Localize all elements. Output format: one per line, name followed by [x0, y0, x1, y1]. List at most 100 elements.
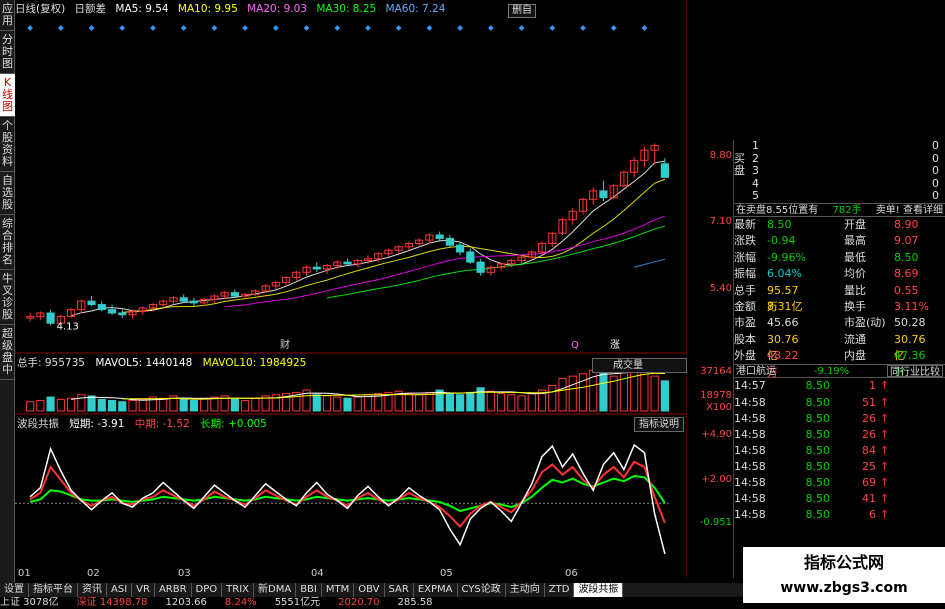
indicator-tab[interactable]: 波段共振 [574, 583, 624, 597]
event-marker-icon[interactable] [365, 25, 371, 31]
tick-row[interactable]: 14:58 8.50 6 ↑ [734, 507, 945, 523]
indicator-legend: 波段共振 短期: -3.91 中期: -1.52 长期: +0.005 [15, 416, 533, 432]
order-book-row[interactable]: 30 [734, 165, 945, 178]
candle [97, 301, 106, 312]
indicator-tab[interactable]: EXPMA [414, 583, 458, 597]
volume-bar [77, 394, 86, 412]
indicator-tab[interactable]: 设置 [0, 583, 29, 597]
side-tab[interactable]: 综合排名 [0, 215, 15, 270]
order-book-row[interactable]: 40 [734, 177, 945, 191]
up-arrow-icon: ↑ [880, 443, 890, 457]
side-tab[interactable]: 应用 [0, 0, 15, 31]
indicator-tab[interactable]: TRIX [222, 583, 255, 597]
event-marker-icon[interactable] [119, 25, 126, 31]
candle [271, 280, 280, 290]
indicator-tab[interactable]: BBI [296, 583, 322, 597]
event-marker-icon[interactable] [58, 25, 64, 31]
event-marker-icon[interactable] [303, 25, 310, 31]
volume-bar [107, 400, 117, 412]
event-marker-icon[interactable] [395, 25, 402, 31]
indicator-tab[interactable]: 指标平台 [29, 583, 78, 597]
event-marker-icon[interactable] [150, 25, 156, 31]
event-marker-icon[interactable] [518, 25, 525, 31]
volume-bar [46, 396, 55, 412]
indicator-tab[interactable]: MTM [322, 583, 355, 597]
period-label[interactable]: 日线(复权) [15, 3, 65, 15]
event-marker-icon[interactable] [180, 25, 187, 31]
tick-row[interactable]: 14:58 8.50 26 ↑ [734, 411, 945, 427]
event-marker-icon[interactable] [27, 25, 33, 31]
tick-volume: 26 [862, 427, 876, 441]
up-arrow-icon: ↑ [880, 459, 890, 473]
event-marker-icon[interactable] [211, 25, 218, 31]
volume-axis-label: 18978 [700, 390, 732, 401]
indicator-tab[interactable]: CYS论政 [458, 583, 506, 597]
side-tab[interactable]: 自选股 [0, 172, 15, 215]
indicator-tab[interactable]: ASI [107, 583, 133, 597]
candle [660, 157, 669, 178]
event-marker-icon[interactable] [610, 25, 617, 31]
side-tab[interactable]: 个股资料 [0, 117, 15, 172]
candle [128, 309, 137, 319]
indicator-tab[interactable]: DPO [192, 583, 223, 597]
ma5-label: MA5: 9.54 [115, 3, 169, 15]
indicator-tab[interactable]: ARBR [155, 583, 192, 597]
indicator-tab[interactable]: 新DMA [254, 583, 297, 597]
event-marker-icon[interactable] [488, 25, 494, 31]
candle [312, 262, 321, 273]
event-marker-icon[interactable] [457, 25, 463, 31]
tick-price: 8.50 [805, 492, 831, 506]
indicator-tab[interactable]: ZTD [545, 583, 575, 597]
tick-row[interactable]: 14:58 8.50 41 ↑ [734, 491, 945, 507]
up-arrow-icon: ↑ [880, 492, 890, 506]
tick-row[interactable]: 14:58 8.50 26 ↑ [734, 427, 945, 443]
event-marker-icon[interactable] [273, 25, 279, 31]
event-marker-icon[interactable] [88, 25, 95, 31]
event-marker-icon[interactable] [580, 25, 586, 31]
order-book-side-label [734, 178, 752, 191]
tick-row[interactable]: 14:58 8.50 84 ↑ [734, 443, 945, 459]
order-book-row[interactable]: 买盘 2 0 [734, 152, 945, 177]
volume-indicator-select[interactable]: 成交量 [592, 358, 687, 373]
indicator-tab[interactable]: VR [132, 583, 155, 597]
order-alert-bar[interactable]: 在卖盘8.55位置有 782手 卖单! 查看详细 [734, 202, 945, 217]
event-marker-icon[interactable] [426, 25, 433, 31]
sector-compare-button[interactable]: 同行业比较 [886, 365, 943, 378]
tick-volume: 6 [869, 508, 876, 522]
quote-key: 振幅 [734, 267, 756, 281]
volume-bar [179, 398, 188, 412]
indicator-tab[interactable]: 资讯 [78, 583, 107, 597]
order-book-row[interactable]: 50 [734, 190, 945, 203]
tick-list[interactable]: 14:57 8.50 1 ↑ 14:58 8.50 51 ↑ 14:58 8.50 26 ↑ 14:58… [734, 378, 945, 523]
side-tab[interactable]: 超级盘中 [0, 325, 15, 380]
mavol5-label: MAVOL5: 1440148 [95, 357, 193, 369]
side-tab[interactable]: 分时图 [0, 31, 15, 74]
price-axis-label: 8.80 [709, 150, 732, 161]
event-marker-icon[interactable] [641, 25, 648, 31]
indicator-tab[interactable]: OBV [354, 583, 385, 597]
tick-row[interactable]: 14:58 8.50 69 ↑ [734, 475, 945, 491]
event-marker-icon[interactable] [334, 25, 341, 31]
delete-button[interactable]: 删自 [508, 4, 536, 18]
quote-spacer [809, 250, 844, 266]
event-marker-icon[interactable] [242, 25, 248, 31]
quote-key: 最新 [734, 217, 756, 231]
quote-table: 最新 8.50 开盘 8.90 涨跌 -0.94 最高 9.07 涨幅 -9.96% 最低 8.50 振… [734, 217, 945, 379]
order-book-volume: 0 [932, 139, 939, 152]
indicator-tab[interactable]: 主动向 [506, 583, 545, 597]
volume-bar [599, 372, 608, 412]
indicator-help-button[interactable]: 指标说明 [634, 417, 684, 432]
order-alert-link[interactable]: 卖单! 查看详细 [876, 204, 943, 216]
up-arrow-icon: ↑ [880, 476, 890, 490]
tick-row[interactable]: 14:58 8.50 51 ↑ [734, 395, 945, 411]
tick-row[interactable]: 14:58 8.50 25 ↑ [734, 459, 945, 475]
order-book-level: 3 [752, 164, 759, 178]
sector-name[interactable]: 港口航运 [736, 365, 776, 377]
candle [261, 284, 270, 293]
side-tab[interactable]: K线图 [0, 74, 15, 117]
event-marker-icon[interactable] [549, 25, 556, 31]
order-book-row[interactable]: 10 [734, 139, 945, 153]
indicator-tab[interactable]: SAR [385, 583, 414, 597]
quote-row: 涨跌 -0.94 最高 9.07 [734, 233, 945, 249]
side-tab[interactable]: 牛叉诊股 [0, 270, 15, 325]
